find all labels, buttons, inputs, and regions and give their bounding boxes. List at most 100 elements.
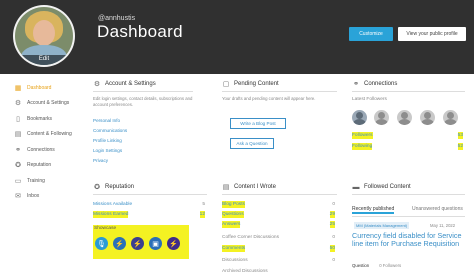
training-icon: ▭ <box>14 177 22 185</box>
tab-unanswered-questions[interactable]: Unanswered questions <box>412 204 463 214</box>
grid-icon: ▦ <box>14 84 22 92</box>
login-settings-link[interactable]: Login Settings <box>93 146 193 156</box>
content-row-label[interactable]: Answers <box>222 221 241 228</box>
followed-content-title: ▬ Followed Content <box>352 183 411 191</box>
sidebar-item-connections[interactable]: ⚭ Connections <box>14 142 84 158</box>
gear-icon: ⚙ <box>93 81 101 88</box>
content-row-answers[interactable]: Answers 25 <box>222 221 335 228</box>
follower-avatar[interactable] <box>352 110 367 125</box>
chat-badge-icon[interactable]: ▣ <box>149 237 162 250</box>
lightning-badge-icon[interactable]: ⚡ <box>131 237 144 250</box>
connections-icon: ⚭ <box>15 146 21 154</box>
following-label[interactable]: Following <box>352 143 373 150</box>
view-profile-button[interactable]: View your public profile <box>398 27 466 41</box>
content-row-value: 25 <box>329 221 335 228</box>
missions-available-label[interactable]: Missions Available <box>93 201 132 208</box>
follower-avatar[interactable] <box>374 110 389 125</box>
divider <box>93 194 207 195</box>
content-row-label[interactable]: Discussions <box>222 257 248 264</box>
content-row-value: 0 <box>332 258 335 263</box>
privacy-link[interactable]: Privacy <box>93 156 193 166</box>
account-settings-title: ⚙ Account & Settings <box>93 81 156 88</box>
tag-badge[interactable]: MM (Materials Management) <box>354 222 410 229</box>
write-blog-post-button[interactable]: Write a Blog Post <box>230 118 286 129</box>
gear-icon: ⚙ <box>14 100 22 108</box>
followers-label[interactable]: Followers <box>352 132 373 139</box>
sidebar-item-reputation[interactable]: ✪ Reputation <box>14 158 84 174</box>
content-row-label[interactable]: Blog Posts <box>222 201 245 208</box>
document-icon: ▤ <box>14 131 22 139</box>
sidebar-item-label: Bookmarks <box>27 115 53 122</box>
latest-followers-label: Latest Followers <box>352 97 387 102</box>
missions-available-count: 5 <box>202 202 205 207</box>
content-row-discussions[interactable]: Discussions 0 <box>222 257 335 264</box>
content-row-blog-posts[interactable]: Blog Posts 0 <box>222 201 335 208</box>
following-count: 52 <box>457 143 463 150</box>
missions-earned-row[interactable]: Missions Earned 12 <box>93 211 205 218</box>
content-row-value: 0 <box>332 235 335 240</box>
sidebar-item-content[interactable]: ▤ Content & Following <box>14 127 84 143</box>
content-row-value: 29 <box>329 211 335 218</box>
question-meta: Question 0 Followers <box>352 263 401 268</box>
lightning-badge-icon[interactable]: ⚡ <box>113 237 126 250</box>
followed-question-link[interactable]: Currency field disabled for Service line… <box>352 232 464 248</box>
username: @annhustis <box>98 15 136 22</box>
follower-avatar[interactable] <box>420 110 435 125</box>
account-links: Personal Info Communications Profile Lin… <box>93 116 193 166</box>
sidebar-item-bookmarks[interactable]: ▯ Bookmarks <box>14 111 84 127</box>
sidebar-item-dashboard[interactable]: ▦ Dashboard <box>14 80 84 96</box>
inbox-icon: ✉ <box>15 193 21 201</box>
follower-avatar[interactable] <box>397 110 412 125</box>
customize-button[interactable]: Customize <box>349 27 393 41</box>
sidebar-item-inbox[interactable]: ✉ Inbox <box>14 189 84 205</box>
profile-header: Edit @annhustis Dashboard Customize View… <box>0 0 474 74</box>
reputation-icon: ✪ <box>15 162 21 170</box>
content-row-questions[interactable]: Questions 29 <box>222 211 335 218</box>
pending-content-panel: ▢ Pending Content <box>222 79 337 89</box>
sidebar-item-label: Account & Settings <box>27 100 70 107</box>
divider <box>222 194 337 195</box>
account-description: Edit login settings, contact details, su… <box>93 96 193 107</box>
sidebar-item-label: Content & Following <box>27 131 72 138</box>
missions-earned-label[interactable]: Missions Earned <box>93 211 129 218</box>
content-wrote-title: ▤ Content I Wrote <box>222 184 276 191</box>
sidebar-nav: ▦ Dashboard ⚙ Account & Settings ▯ Bookm… <box>14 80 84 204</box>
missions-available-row[interactable]: Missions Available 5 <box>93 201 205 208</box>
connections-panel: ⚭ Connections <box>352 79 465 89</box>
content-row-label[interactable]: Comments <box>222 245 246 252</box>
content-row-label[interactable]: Coffee Corner Discussions <box>222 234 279 241</box>
content-row-label[interactable]: Questions <box>222 211 244 218</box>
sidebar-item-label: Inbox <box>27 193 40 200</box>
follower-avatar[interactable] <box>443 110 458 125</box>
divider <box>222 91 337 92</box>
sidebar-item-label: Reputation <box>27 162 52 169</box>
bookmark-icon: ▯ <box>16 115 20 123</box>
showcase-label: Showcase <box>94 226 117 231</box>
microphone-badge-icon[interactable]: 🎙 <box>95 237 108 250</box>
avatar-edit-label[interactable]: Edit <box>15 55 73 65</box>
sidebar-item-account[interactable]: ⚙ Account & Settings <box>14 96 84 112</box>
bookmark-icon: ▬ <box>352 183 360 191</box>
content-row-value: 50 <box>329 245 335 252</box>
page-title: Dashboard <box>97 22 183 41</box>
profile-linking-link[interactable]: Profile Linking <box>93 136 193 146</box>
content-row-label[interactable]: Archived Discussions <box>222 268 268 275</box>
tab-recently-published[interactable]: Recently published <box>352 204 395 214</box>
divider <box>352 91 465 92</box>
avatar[interactable]: Edit <box>13 5 75 67</box>
content-row-value: 0 <box>332 202 335 207</box>
content-row-comments[interactable]: Comments 50 <box>222 245 335 252</box>
following-row[interactable]: Following 52 <box>352 143 463 150</box>
reputation-title: ✪ Reputation <box>94 184 135 191</box>
divider <box>352 216 465 217</box>
lightning-badge-icon[interactable]: ⚡ <box>167 237 180 250</box>
content-row-coffee-corner[interactable]: Coffee Corner Discussions 0 <box>222 234 335 241</box>
pending-content-title: ▢ Pending Content <box>222 81 279 88</box>
personal-info-link[interactable]: Personal Info <box>93 116 193 126</box>
divider <box>352 194 465 195</box>
content-row-archived[interactable]: Archived Discussions <box>222 268 335 275</box>
followers-row[interactable]: Followers 53 <box>352 132 463 139</box>
communications-link[interactable]: Communications <box>93 126 193 136</box>
ask-question-button[interactable]: Ask a Question <box>230 138 274 149</box>
sidebar-item-training[interactable]: ▭ Training <box>14 173 84 189</box>
